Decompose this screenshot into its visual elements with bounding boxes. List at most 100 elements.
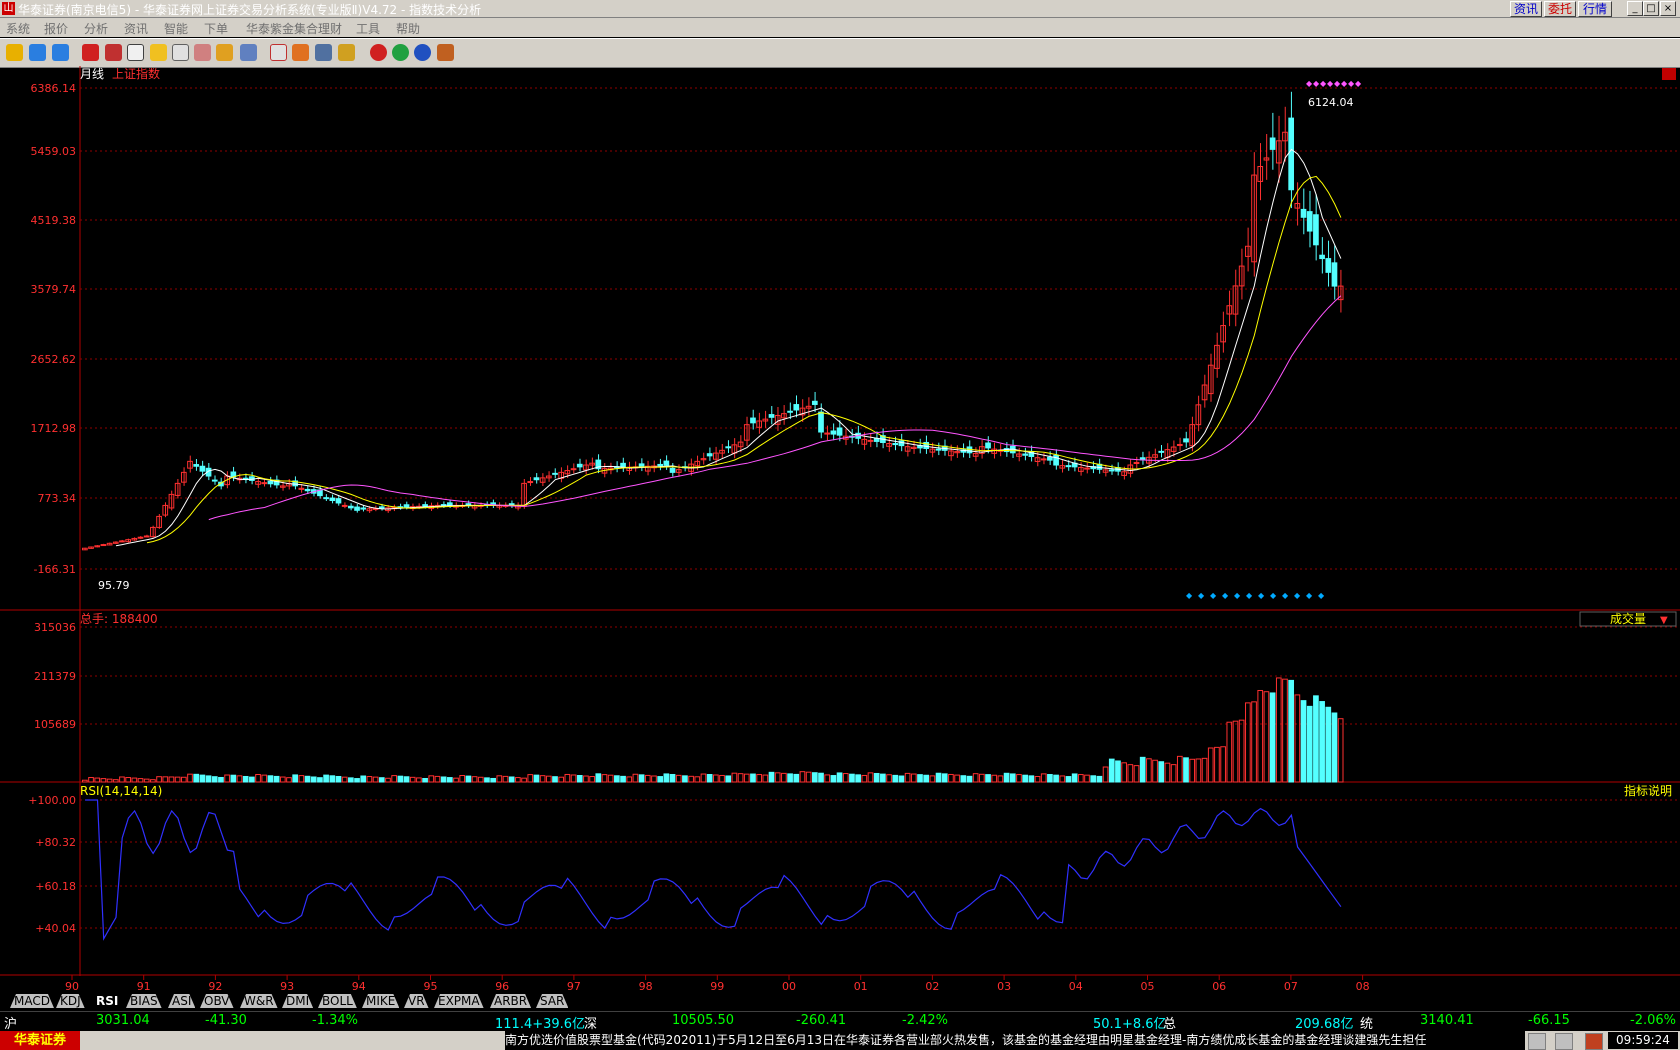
tab-dmi[interactable]: DMI [282, 994, 313, 1008]
volume-bar [496, 775, 503, 783]
memo-icon[interactable] [270, 44, 287, 61]
volume-bar [508, 776, 515, 783]
menu-smart[interactable]: 智能 [164, 20, 188, 37]
window-icon[interactable] [127, 44, 144, 61]
volume-bar [1337, 718, 1344, 783]
volume-bar [533, 774, 540, 783]
broker-brand: 华泰证券 [0, 1031, 80, 1050]
volume-bar [966, 775, 973, 783]
candle [1319, 254, 1325, 260]
panel-menu-icon[interactable] [1662, 68, 1676, 80]
down-arrow-icon[interactable] [52, 44, 69, 61]
menu-tools[interactable]: 工具 [356, 20, 380, 37]
news-ticker[interactable]: 南方优选价值股票型基金(代码202011)于5月12日至6月13日在华泰证券各营… [505, 1031, 1525, 1050]
volume-bar [409, 776, 416, 783]
chart-svg[interactable]: 6386.14 5459.03 4519.38 3579.74 2652.62 1712.… [0, 66, 1680, 993]
tab-kdj[interactable]: KDJ [56, 994, 85, 1008]
tab-mike[interactable]: MIKE [362, 994, 399, 1008]
pencil-icon[interactable] [150, 44, 167, 61]
volume-bar [1214, 746, 1220, 783]
volume-bar [366, 776, 373, 783]
kline-icon[interactable] [82, 44, 99, 61]
volume-bar [1009, 773, 1016, 783]
volume-bar [323, 774, 329, 783]
index-name: 上证指数 [112, 66, 160, 81]
rsi-tick-label: +100.00 [28, 794, 76, 807]
tab-arbr[interactable]: ARBR [490, 994, 531, 1008]
volume-bar [787, 773, 793, 783]
stop-icon[interactable] [370, 44, 387, 61]
back-arrow-icon[interactable] [6, 44, 23, 61]
alert-icon[interactable] [1528, 1033, 1546, 1050]
volume-bar [1071, 773, 1078, 783]
tong-change: -66.15 [1528, 1013, 1570, 1028]
f10-icon[interactable] [172, 44, 189, 61]
volume-bar [564, 773, 571, 783]
menu-quote[interactable]: 报价 [44, 20, 68, 37]
check-icon[interactable] [216, 44, 233, 61]
close-icon[interactable]: × [1660, 1, 1676, 16]
candle [533, 477, 540, 481]
candle [663, 460, 670, 466]
book-icon[interactable] [240, 44, 257, 61]
quote-button[interactable]: 行情 [1578, 1, 1612, 17]
volume-bar [1288, 679, 1295, 783]
volume-bar [348, 777, 354, 783]
flag-icon[interactable] [1585, 1033, 1603, 1050]
calc-icon[interactable] [292, 44, 309, 61]
volume-bar [607, 774, 614, 783]
volume-bar [317, 777, 323, 783]
network-icon[interactable] [1555, 1033, 1573, 1050]
grid-icon[interactable] [315, 44, 332, 61]
tools-icon[interactable] [437, 44, 454, 61]
candle [1313, 214, 1319, 246]
tab-rsi[interactable]: RSI [92, 994, 122, 1008]
tab-sar[interactable]: SAR [536, 994, 568, 1008]
volume-bar [1201, 757, 1208, 783]
volume-bar [904, 772, 911, 783]
x-tick-label: 04 [1069, 980, 1083, 992]
tab-wr[interactable]: W&R [240, 994, 278, 1008]
candle [1176, 443, 1183, 446]
signal-marker-icon: ◆ [1270, 591, 1277, 600]
tab-obv[interactable]: OBV [200, 994, 234, 1008]
volume-bar [694, 776, 701, 783]
formula-icon[interactable] [194, 44, 211, 61]
volume-bar [106, 778, 113, 783]
sz-amount: 50.1+8.6亿 [1093, 1017, 1167, 1032]
tab-bias[interactable]: BIAS [126, 994, 162, 1008]
green-icon[interactable] [392, 44, 409, 61]
candle [985, 442, 991, 449]
tab-asi[interactable]: ASI [168, 994, 195, 1008]
tab-boll[interactable]: BOLL [318, 994, 357, 1008]
volume-bar [1065, 776, 1072, 783]
menu-help[interactable]: 帮助 [396, 20, 420, 37]
candle [570, 468, 577, 471]
volume-bar [1294, 694, 1301, 783]
menu-info[interactable]: 资讯 [124, 20, 148, 37]
volume-bar [502, 775, 509, 783]
menu-analysis[interactable]: 分析 [84, 20, 108, 37]
news-button[interactable]: 资讯 [1510, 1, 1542, 17]
tab-vr[interactable]: VR [404, 994, 429, 1008]
menu-order[interactable]: 下单 [204, 20, 228, 37]
y-tick-label: 773.34 [38, 492, 77, 505]
bank-icon[interactable] [414, 44, 431, 61]
up-arrow-icon[interactable] [29, 44, 46, 61]
tab-expma[interactable]: EXPMA [434, 994, 484, 1008]
maximize-icon[interactable]: □ [1643, 1, 1659, 16]
chart-icon[interactable] [105, 44, 122, 61]
menu-system[interactable]: 系统 [6, 20, 30, 37]
tab-macd[interactable]: MACD [10, 994, 54, 1008]
indicator-help-link[interactable]: 指标说明 [1624, 783, 1672, 798]
trade-button[interactable]: 委托 [1544, 1, 1576, 17]
portfolio-icon[interactable] [338, 44, 355, 61]
menu-finance[interactable]: 华泰紫金集合理财 [246, 20, 342, 37]
x-tick-label: 01 [854, 980, 868, 992]
chart-area[interactable]: 6386.14 5459.03 4519.38 3579.74 2652.62 1712.… [0, 66, 1680, 993]
volume-bar [1176, 755, 1183, 783]
candle [143, 535, 150, 538]
minimize-icon[interactable]: _ [1627, 1, 1643, 16]
signal-marker-icon: ◆ [1320, 79, 1327, 88]
chevron-down-icon[interactable]: ▼ [1660, 615, 1668, 626]
